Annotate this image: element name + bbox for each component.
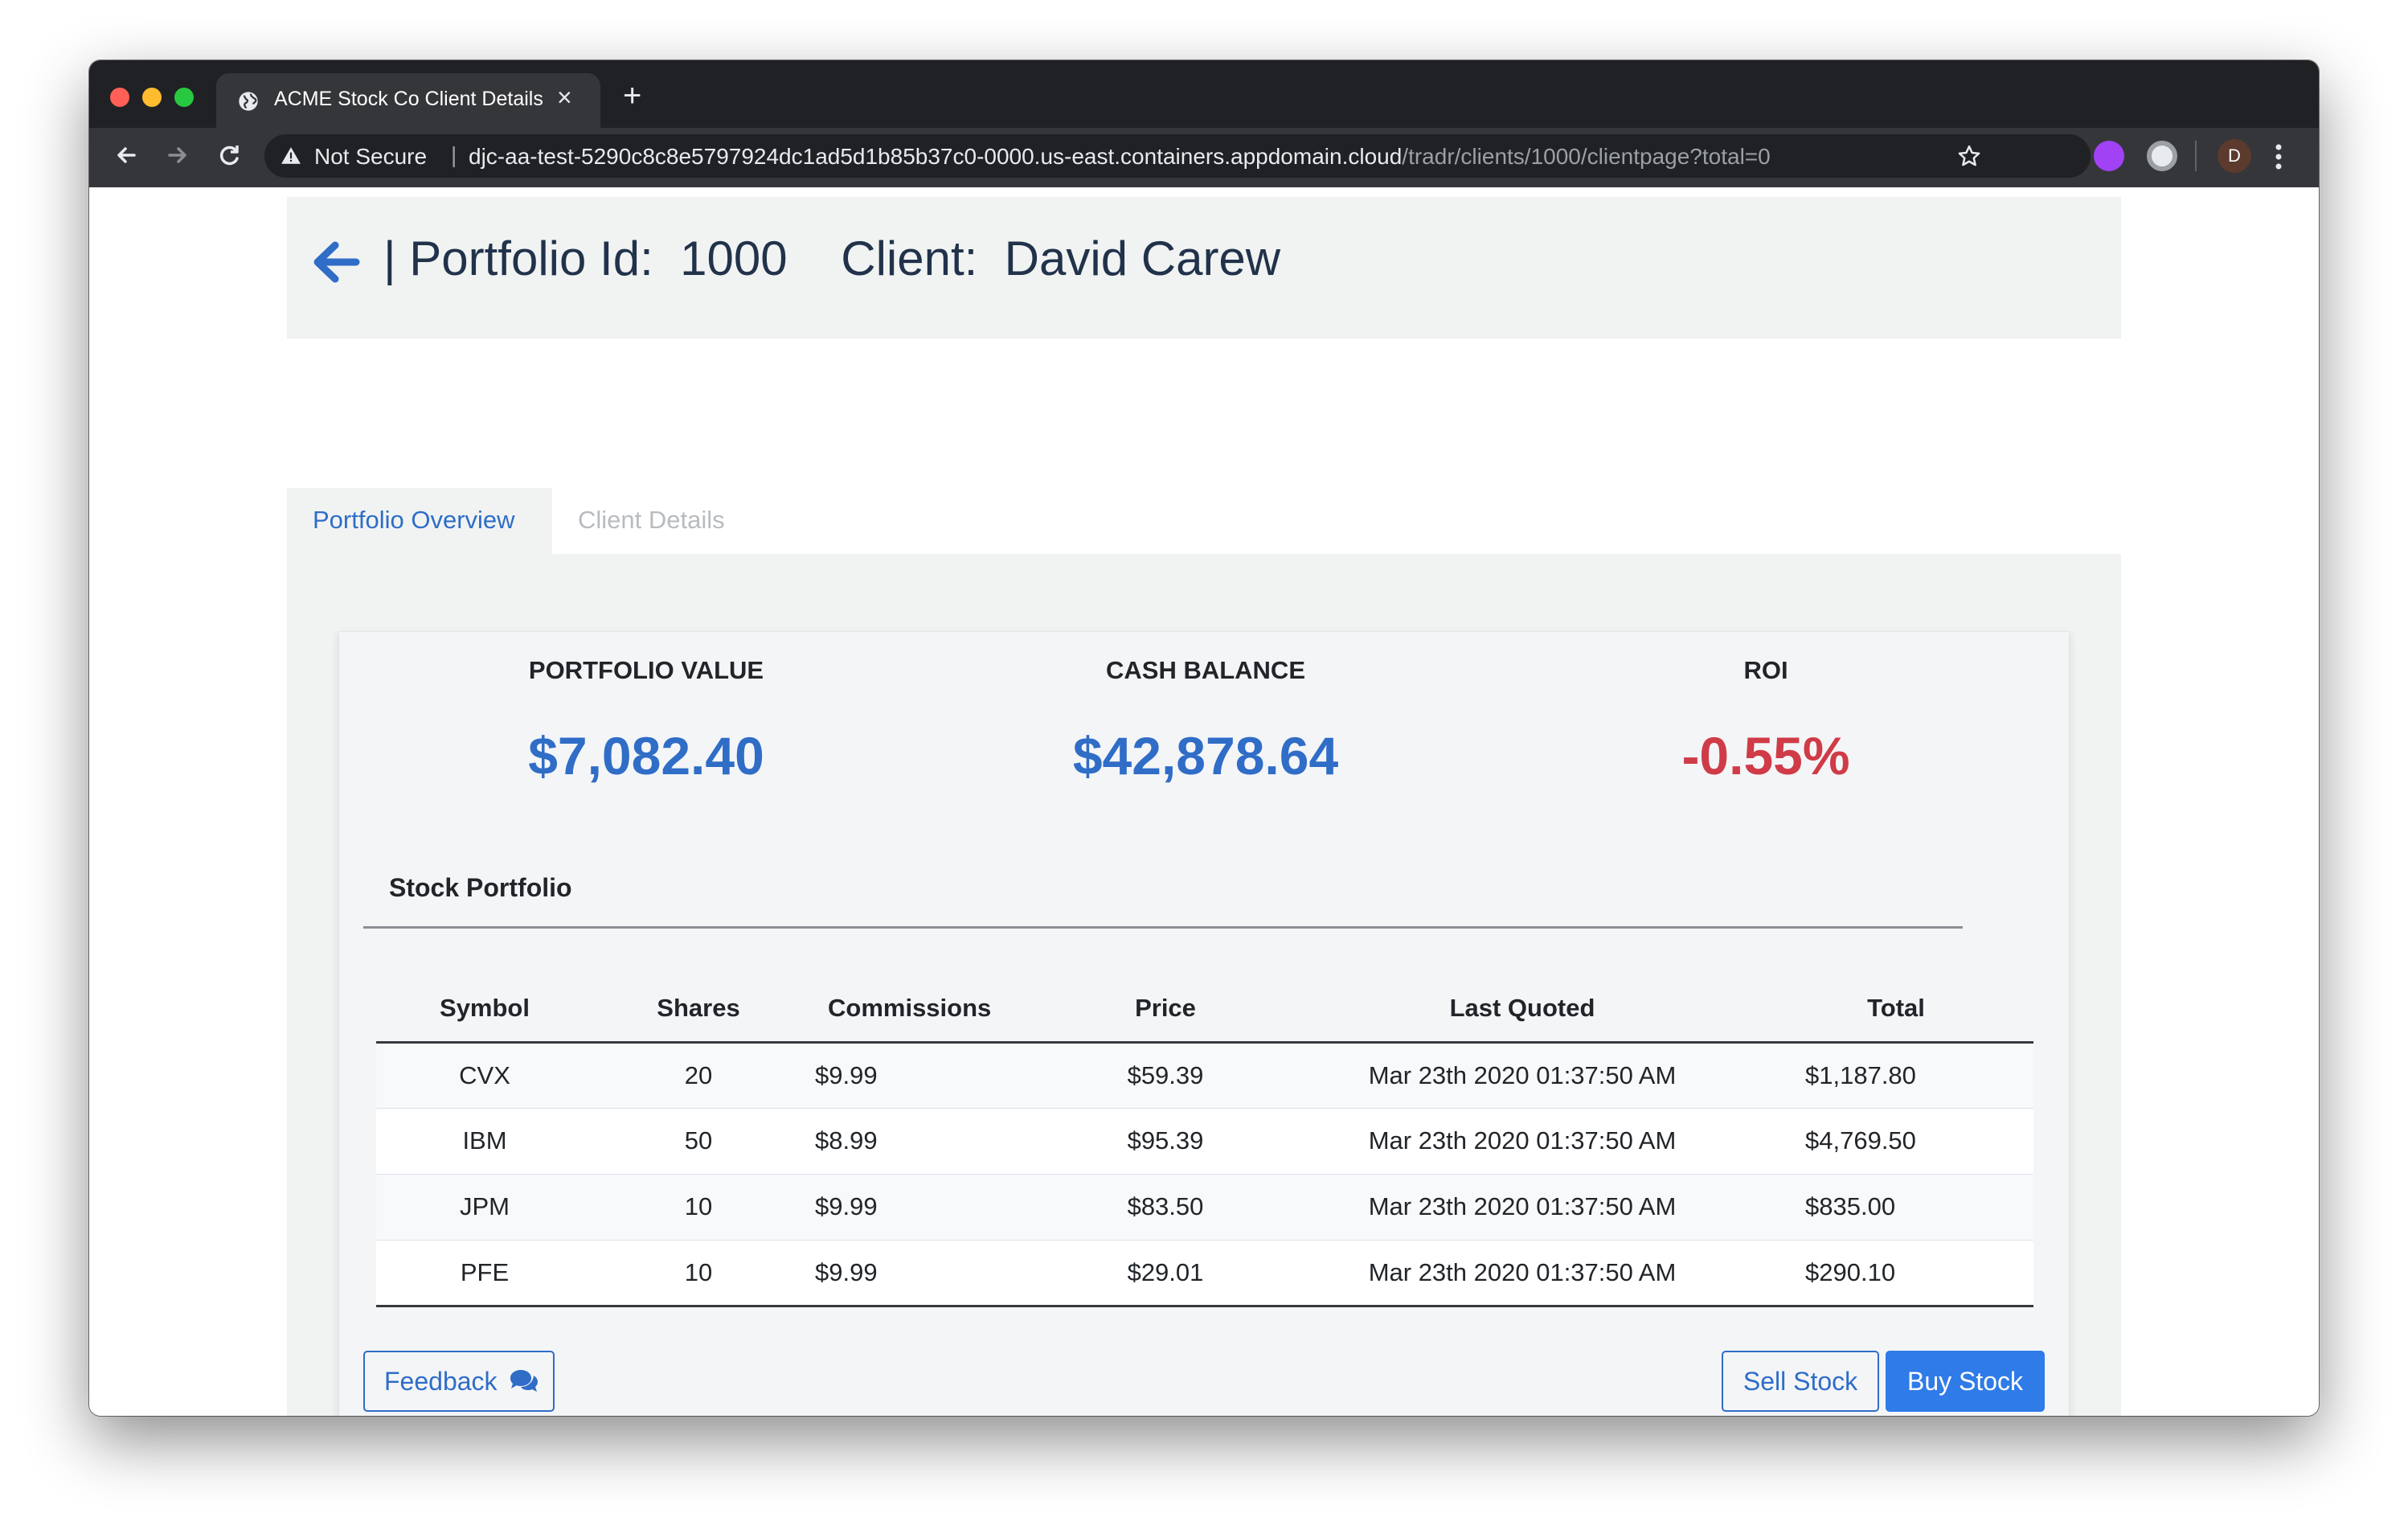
tab-panel: PORTFOLIO VALUE $7,082.40 CASH BALANCE $… (287, 554, 2121, 1416)
metric-value: $42,878.64 (1072, 726, 1339, 785)
buy-stock-button[interactable]: Buy Stock (1886, 1351, 2045, 1412)
cell-price: $95.39 (1045, 1107, 1286, 1174)
cell-symbol: PFE (376, 1239, 593, 1307)
metric-cash-balance: CASH BALANCE $42,878.64 (924, 656, 1487, 786)
portfolio-id-label: | Portfolio Id: (383, 232, 681, 285)
back-arrow-icon[interactable] (311, 237, 361, 287)
globe-icon (239, 92, 258, 111)
sell-stock-button[interactable]: Sell Stock (1722, 1351, 1879, 1412)
forward-button[interactable] (162, 139, 194, 171)
metric-label: CASH BALANCE (1106, 656, 1305, 684)
new-tab-button[interactable]: + (623, 80, 641, 112)
column-header[interactable]: Commissions (804, 976, 1045, 1044)
warning-icon (281, 147, 301, 164)
tab-strip: ACME Stock Co Client Details × + (89, 60, 2319, 128)
cell-total: $835.00 (1759, 1173, 2033, 1240)
metric-roi: ROI -0.55% (1485, 656, 2047, 786)
column-header[interactable]: Price (1045, 976, 1286, 1044)
cell-price: $59.39 (1045, 1041, 1286, 1108)
chat-icon (510, 1370, 539, 1392)
metric-portfolio-value: PORTFOLIO VALUE $7,082.40 (365, 656, 928, 786)
column-header[interactable]: Symbol (376, 976, 593, 1044)
feedback-label: Feedback (384, 1366, 498, 1396)
cell-last-quoted: Mar 23th 2020 01:37:50 AM (1286, 1107, 1759, 1174)
tab-label: Portfolio Overview (313, 506, 515, 534)
cell-total: $4,769.50 (1759, 1107, 2033, 1174)
cell-shares: 10 (593, 1173, 804, 1240)
cell-symbol: JPM (376, 1173, 593, 1240)
column-header[interactable]: Total (1759, 976, 2033, 1044)
reload-icon (219, 146, 239, 166)
back-button[interactable] (110, 139, 142, 171)
metric-label: PORTFOLIO VALUE (528, 656, 764, 684)
browser-window: ACME Stock Co Client Details × + Not Sec… (89, 60, 2319, 1416)
table-row[interactable]: CVX 20 $9.99 $59.39 Mar 23th 2020 01:37:… (376, 1041, 2033, 1108)
arrow-left-icon (117, 147, 136, 163)
client-name: David Carew (1004, 232, 1281, 285)
cell-last-quoted: Mar 23th 2020 01:37:50 AM (1286, 1041, 1759, 1108)
table-header-row: Symbol Shares Commissions Price Last Quo… (376, 976, 2033, 1044)
maximize-window-button[interactable] (174, 88, 194, 107)
tab-client-details[interactable]: Client Details (578, 506, 725, 535)
extension-icon[interactable] (2147, 141, 2177, 171)
kebab-icon[interactable] (2272, 141, 2285, 173)
section-title: Stock Portfolio (389, 873, 572, 902)
portfolio-card: PORTFOLIO VALUE $7,082.40 CASH BALANCE $… (338, 631, 2070, 1416)
table-row[interactable]: PFE 10 $9.99 $29.01 Mar 23th 2020 01:37:… (376, 1239, 2033, 1307)
close-window-button[interactable] (110, 88, 129, 107)
cell-total: $290.10 (1759, 1239, 2033, 1307)
cell-commissions: $9.99 (804, 1041, 1045, 1108)
cell-last-quoted: Mar 23th 2020 01:37:50 AM (1286, 1173, 1759, 1240)
feedback-button[interactable]: Feedback (363, 1351, 555, 1412)
portfolio-id: 1000 (680, 232, 788, 285)
page-header: | Portfolio Id: 1000 Client: David Carew (287, 197, 2121, 338)
tab-portfolio-overview[interactable]: Portfolio Overview (287, 488, 552, 554)
toolbar-divider (2195, 141, 2197, 171)
tab-close-icon[interactable]: × (557, 84, 572, 110)
url-host: djc-aa-test-5290c8c8e5797924dc1ad5d1b85b… (469, 144, 1403, 169)
cell-shares: 50 (593, 1107, 804, 1174)
page-viewport: | Portfolio Id: 1000 Client: David Carew… (89, 187, 2319, 1416)
cell-last-quoted: Mar 23th 2020 01:37:50 AM (1286, 1239, 1759, 1307)
address-separator: | (451, 142, 457, 167)
metric-label: ROI (1743, 656, 1788, 684)
table-row[interactable]: JPM 10 $9.99 $83.50 Mar 23th 2020 01:37:… (376, 1173, 2033, 1240)
cell-commissions: $9.99 (804, 1239, 1045, 1307)
profile-avatar[interactable]: D (2218, 139, 2251, 173)
column-header[interactable]: Shares (593, 976, 804, 1044)
url-path: /tradr/clients/1000/clientpage?total=0 (1402, 144, 1771, 169)
url-text[interactable]: djc-aa-test-5290c8c8e5797924dc1ad5d1b85b… (469, 144, 1771, 170)
star-icon[interactable] (1957, 144, 1981, 168)
tab-title: ACME Stock Co Client Details (274, 88, 543, 110)
client-label: Client: (787, 232, 1005, 285)
table-row[interactable]: IBM 50 $8.99 $95.39 Mar 23th 2020 01:37:… (376, 1107, 2033, 1174)
metric-value: -0.55% (1681, 726, 1850, 785)
extension-icon[interactable] (2094, 141, 2124, 171)
browser-tab[interactable]: ACME Stock Co Client Details × (216, 73, 600, 128)
cell-total: $1,187.80 (1759, 1041, 2033, 1108)
section-divider (363, 926, 1963, 929)
column-header[interactable]: Last Quoted (1286, 976, 1759, 1044)
stock-table: Symbol Shares Commissions Price Last Quo… (376, 976, 2033, 1307)
cell-commissions: $8.99 (804, 1107, 1045, 1174)
cell-price: $29.01 (1045, 1239, 1286, 1307)
cell-shares: 10 (593, 1239, 804, 1307)
security-status[interactable]: Not Secure (314, 144, 427, 170)
metric-value: $7,082.40 (528, 726, 764, 785)
cell-commissions: $9.99 (804, 1173, 1045, 1240)
reload-button[interactable] (213, 139, 245, 171)
tab-bar: Portfolio Overview Client Details (287, 488, 769, 554)
cell-price: $83.50 (1045, 1173, 1286, 1240)
arrow-right-icon (168, 147, 186, 163)
cell-shares: 20 (593, 1041, 804, 1108)
cell-symbol: IBM (376, 1107, 593, 1174)
page-title: | Portfolio Id: 1000 Client: David Carew (383, 231, 1280, 286)
cell-symbol: CVX (376, 1041, 593, 1108)
minimize-window-button[interactable] (142, 88, 162, 107)
address-bar[interactable]: Not Secure | djc-aa-test-5290c8c8e579792… (264, 134, 2091, 178)
